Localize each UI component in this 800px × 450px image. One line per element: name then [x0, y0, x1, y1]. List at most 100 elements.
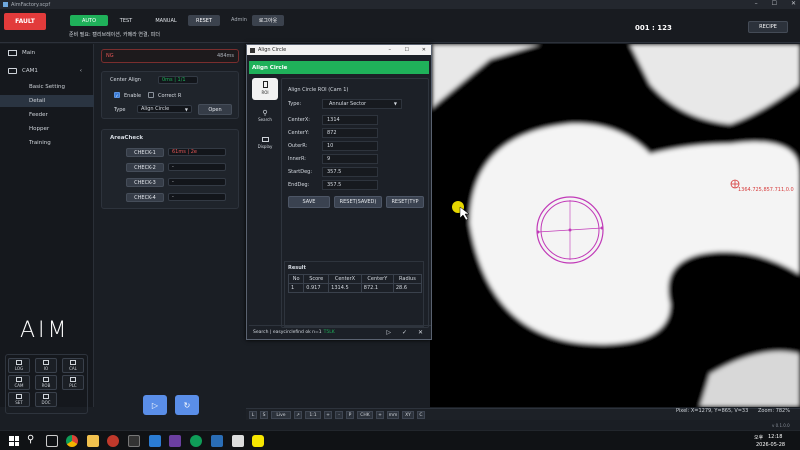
tab-search[interactable]: ⚲ Search	[252, 106, 278, 128]
sidebar-subitem-hopper[interactable]: Hopper	[0, 123, 94, 135]
toolbar-button[interactable]: XY	[402, 411, 414, 419]
close-icon[interactable]: ✕	[791, 0, 796, 7]
check-1-button[interactable]: CHECK-1	[126, 148, 164, 157]
logout-button[interactable]: 로그아웃	[252, 15, 284, 26]
camera-image	[430, 44, 800, 407]
toolbar-button[interactable]: ↗	[294, 411, 302, 419]
play-button[interactable]: ▷	[143, 395, 167, 415]
toolbar-button[interactable]: CHK	[357, 411, 373, 419]
toolbar-button[interactable]: C	[417, 411, 425, 419]
app-icon[interactable]	[107, 435, 119, 447]
sidebar-subitem-training[interactable]: Training	[0, 137, 94, 149]
check-3-button[interactable]: CHECK-3	[126, 178, 164, 187]
sidebar-item-label: Hopper	[29, 126, 50, 132]
result-title: Result	[288, 265, 306, 271]
browser-icon[interactable]	[190, 435, 202, 447]
image-viewer[interactable]	[430, 44, 800, 407]
run-icon[interactable]: ▷	[386, 329, 391, 336]
tool-button-plc[interactable]: PLC	[62, 375, 84, 390]
toolbar-button[interactable]: Live	[271, 411, 291, 419]
tool-button-set[interactable]: SET	[8, 392, 30, 407]
save-button[interactable]: SAVE	[288, 196, 330, 208]
toolbar-button[interactable]: P	[346, 411, 354, 419]
toolbar-button[interactable]: +	[376, 411, 384, 419]
reset-type-button[interactable]: RESET(TYP	[386, 196, 424, 208]
sidebar-item-label: Main	[22, 50, 36, 56]
roi-field-input[interactable]: 9	[322, 154, 378, 164]
toolbar-button[interactable]: -	[335, 411, 343, 419]
roi-field-input[interactable]: 1314	[322, 115, 378, 125]
roi-field-input[interactable]: 10	[322, 141, 378, 151]
fault-button[interactable]: FAULT	[4, 13, 46, 30]
toolbar-button[interactable]: L	[249, 411, 257, 419]
tool-button-io[interactable]: IO	[35, 358, 57, 373]
task-view-icon[interactable]	[46, 435, 58, 447]
terminal-icon[interactable]	[128, 435, 140, 447]
tool-icon	[43, 360, 49, 365]
roi-field-label: CenterY:	[288, 130, 309, 136]
ng-card: NG 484ms	[101, 49, 239, 63]
code-icon[interactable]	[211, 435, 223, 447]
maximize-icon[interactable]: ☐	[405, 47, 409, 53]
editor-icon[interactable]	[169, 435, 181, 447]
tool-button-cal[interactable]: CAL	[62, 358, 84, 373]
chrome-icon[interactable]	[66, 435, 78, 447]
reset-button[interactable]: RESET	[188, 15, 220, 26]
tool-button-log[interactable]: LOG	[8, 358, 30, 373]
reset-saved-button[interactable]: RESET(SAVED)	[334, 196, 382, 208]
tool-button-rob[interactable]: ROB	[35, 375, 57, 390]
check-4-button[interactable]: CHECK-4	[126, 193, 164, 202]
table-row[interactable]: 1 0.917 1314.5 872.1 28.6	[287, 283, 423, 293]
tool-icon[interactable]	[232, 435, 244, 447]
type-select[interactable]: Align Circle ▼	[137, 105, 192, 113]
open-button[interactable]: Open	[198, 104, 232, 115]
manual-button[interactable]: MANUAL	[148, 15, 184, 26]
roi-field-label: EndDeg:	[288, 182, 310, 188]
check-2-button[interactable]: CHECK-2	[126, 163, 164, 172]
chat-icon[interactable]	[252, 435, 264, 447]
tray-date: 2026-05-28	[756, 442, 786, 448]
tool-button-doc[interactable]: DOC	[35, 392, 57, 407]
minimize-icon[interactable]: –	[755, 0, 758, 7]
sidebar-subitem-feeder[interactable]: Feeder	[0, 109, 94, 121]
auto-button[interactable]: AUTO	[70, 15, 108, 26]
tab-roi[interactable]: ROI	[252, 78, 278, 100]
sidebar-item-main[interactable]: Main	[0, 47, 94, 59]
minimize-icon[interactable]: –	[389, 47, 392, 53]
enable-checkbox[interactable]: ✓	[114, 92, 120, 98]
recipe-button[interactable]: RECIPE	[748, 21, 788, 33]
check-3-value: -	[168, 178, 226, 186]
sidebar-subitem-basic-setting[interactable]: Basic Setting	[0, 81, 94, 93]
result-cell: 872.1	[360, 283, 394, 293]
tab-display[interactable]: Display	[252, 134, 278, 156]
correct-r-checkbox[interactable]	[148, 92, 154, 98]
tool-button-cam[interactable]: CAM	[8, 375, 30, 390]
refresh-button[interactable]: ↻	[175, 395, 199, 415]
tool-label: ROB	[41, 383, 51, 388]
roi-type-select[interactable]: Annular Sector ▼	[322, 99, 402, 109]
status-time: T5LK	[323, 330, 335, 335]
chevron-down-icon: ▼	[184, 106, 188, 112]
folder-icon[interactable]	[87, 435, 99, 447]
maximize-icon[interactable]: ☐	[772, 0, 777, 7]
cancel-icon[interactable]: ✕	[418, 329, 423, 336]
toolbar-button[interactable]: 1:1	[305, 411, 321, 419]
sidebar-item-cam1[interactable]: CAM1 ‹	[0, 65, 94, 77]
monitor-icon	[261, 137, 269, 142]
roi-field-input[interactable]: 872	[322, 128, 378, 138]
start-icon[interactable]	[9, 436, 19, 446]
test-button[interactable]: TEST	[112, 15, 140, 26]
sidebar-subitem-detail[interactable]: Detail	[0, 95, 94, 107]
document-icon	[262, 81, 268, 88]
toolbar-button[interactable]: S	[260, 411, 268, 419]
close-icon[interactable]: ✕	[422, 47, 426, 53]
roi-field-input[interactable]: 357.5	[322, 167, 378, 177]
tool-icon	[70, 360, 76, 365]
toolbar-button[interactable]: mm	[387, 411, 399, 419]
roi-field-input[interactable]: 357.5	[322, 180, 378, 190]
search-icon[interactable]: ⚲	[27, 434, 34, 445]
chevron-left-icon: ‹	[79, 68, 82, 74]
toolbar-button[interactable]: +	[324, 411, 332, 419]
mail-icon[interactable]	[149, 435, 161, 447]
confirm-icon[interactable]: ✓	[402, 329, 407, 336]
